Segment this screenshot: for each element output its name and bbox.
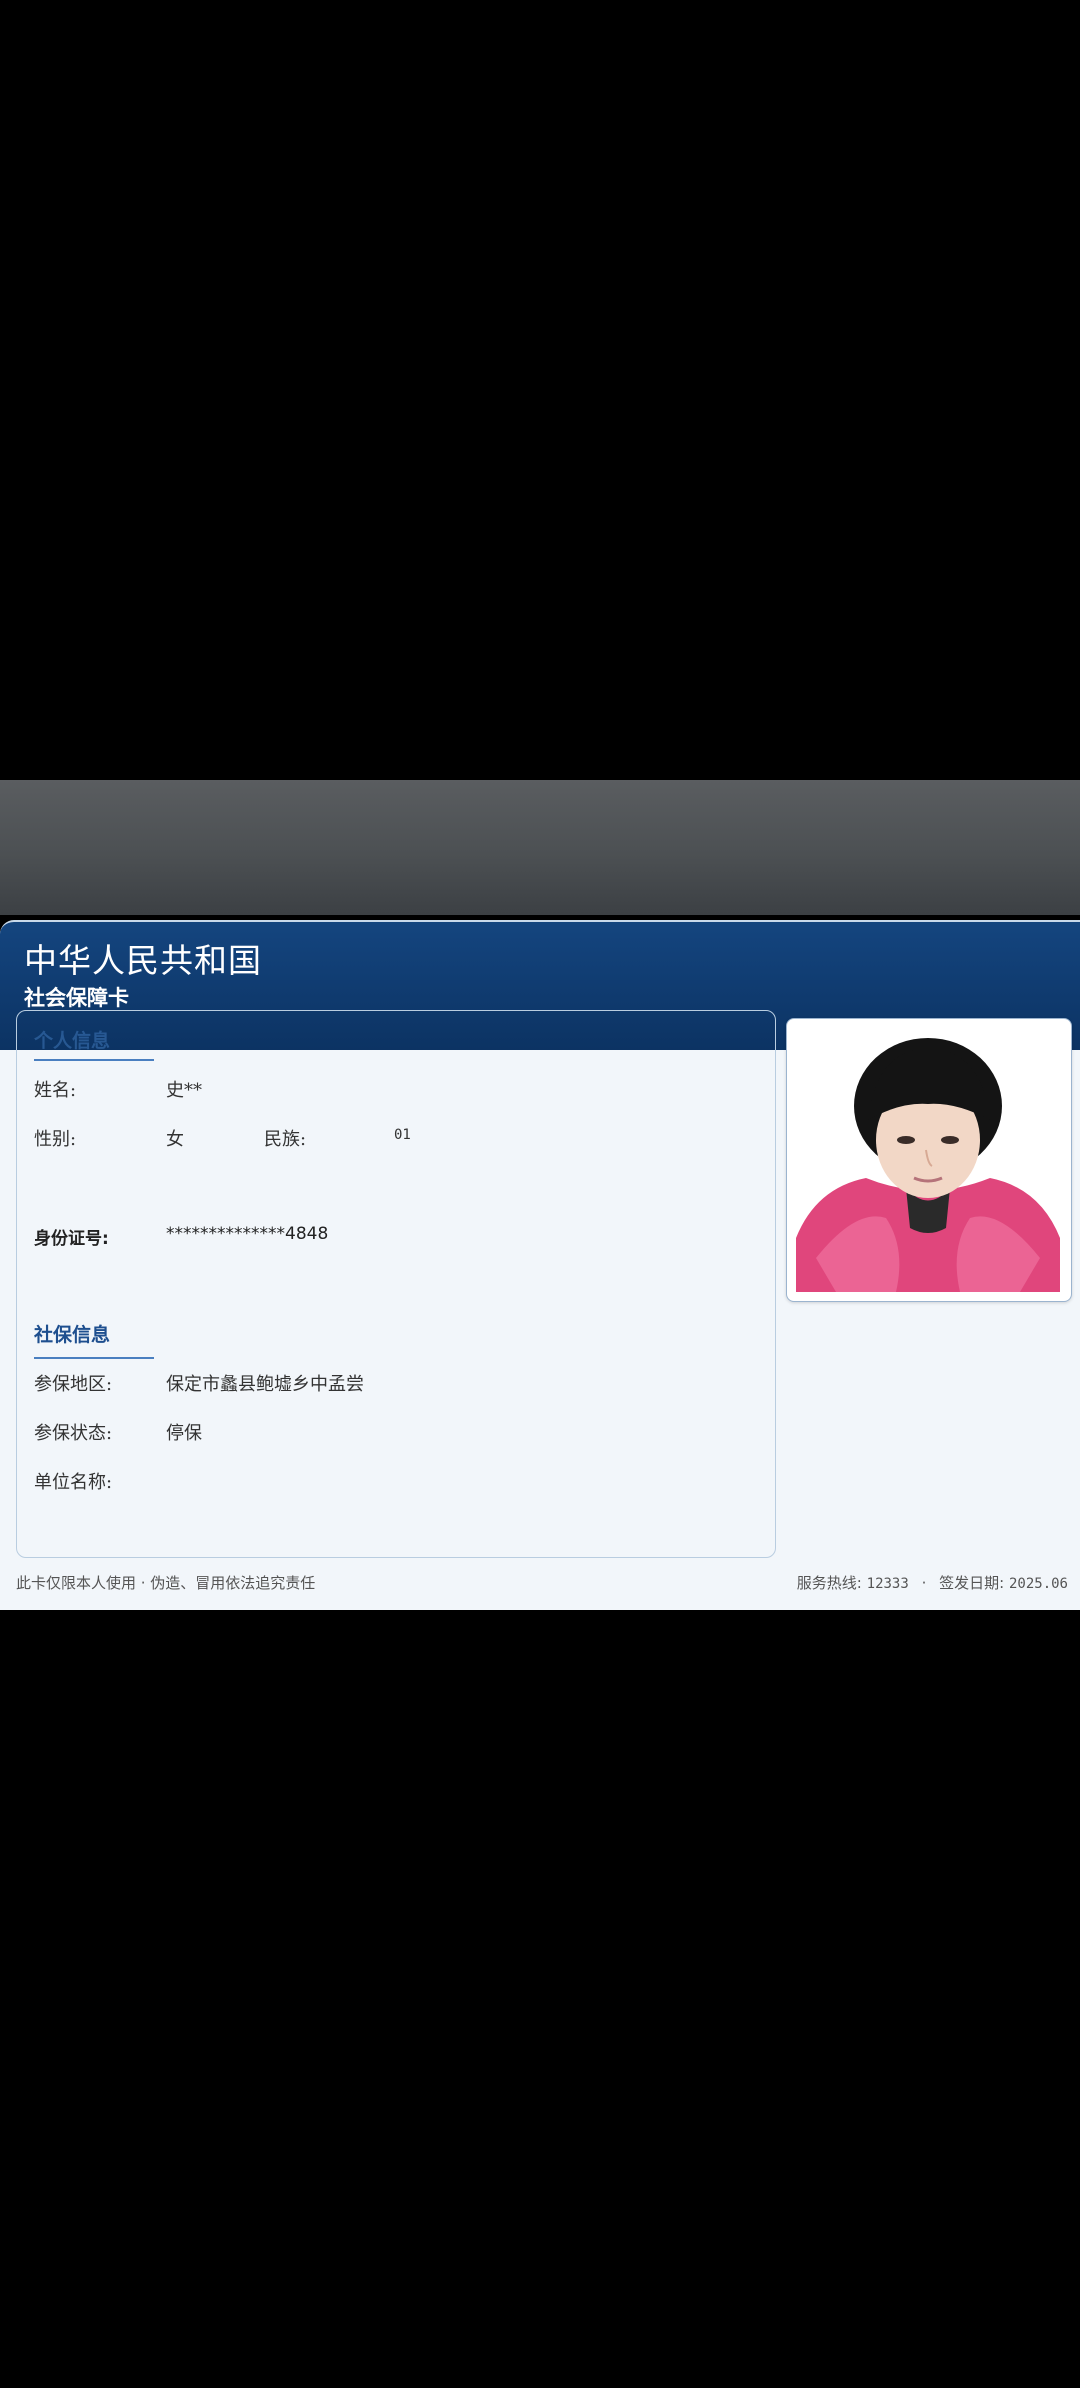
footer-separator: · [921, 1574, 927, 1592]
info-panel [16, 1010, 776, 1558]
name-label: 姓名: [34, 1080, 77, 1101]
card-notice: 此卡仅限本人使用 · 伪造、冒用依法追究责任 [16, 1574, 316, 1592]
portrait-photo [796, 1028, 1060, 1292]
employer-label: 单位名称: [34, 1472, 113, 1493]
ethnicity-label: 民族: [264, 1129, 307, 1150]
personal-section-divider [34, 1059, 154, 1061]
hotline-value: 12333 [866, 1576, 909, 1592]
status-label: 参保状态: [34, 1423, 113, 1444]
portrait-photo-frame [786, 1018, 1072, 1302]
portrait-icon [796, 1028, 1060, 1292]
card-subtitle: 社会保障卡 [24, 986, 129, 1010]
region-label: 参保地区: [34, 1374, 113, 1395]
personal-section-title: 个人信息 [34, 1030, 111, 1052]
screen: 中华人民共和国 社会保障卡 个人信息 姓名: 史** 性别: 女 民族: 01 … [0, 0, 1080, 2388]
issue-date-value: 2025.06 [1008, 1576, 1068, 1592]
id-number-value: **************4848 [166, 1224, 329, 1244]
background-band [0, 780, 1080, 915]
ethnicity-value: 01 [394, 1127, 411, 1143]
social-section-divider [34, 1357, 154, 1359]
social-security-card: 中华人民共和国 社会保障卡 个人信息 姓名: 史** 性别: 女 民族: 01 … [0, 920, 1080, 1610]
name-value: 史** [166, 1080, 202, 1101]
card-title: 中华人民共和国 [24, 941, 262, 980]
region-value: 保定市蠡县鲍墟乡中孟尝 [166, 1374, 364, 1395]
id-number-label: 身份证号: [34, 1229, 109, 1249]
gender-value: 女 [166, 1129, 184, 1150]
hotline-label: 服务热线: [796, 1574, 862, 1592]
social-section-title: 社保信息 [34, 1324, 111, 1346]
gender-label: 性别: [34, 1129, 77, 1150]
card-footer-info: 服务热线: 12333 · 签发日期: 2025.06 [797, 1572, 1068, 1593]
status-value: 停保 [166, 1423, 202, 1444]
issue-date-label: 签发日期: [939, 1574, 1005, 1592]
